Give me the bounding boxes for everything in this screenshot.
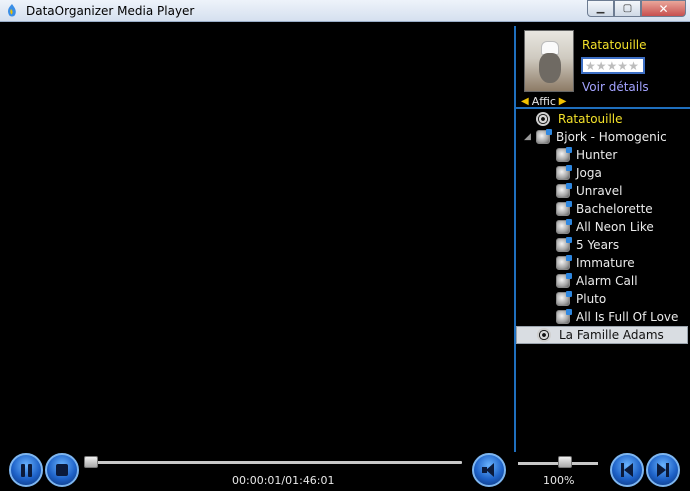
playlist-entry[interactable]: Ratatouille	[516, 110, 690, 128]
star-icon[interactable]: ★	[617, 60, 628, 72]
next-track-button[interactable]	[646, 453, 680, 487]
title-bar: DataOrganizer Media Player ▁ ▢ ✕	[0, 0, 690, 22]
close-button[interactable]: ✕	[641, 0, 686, 17]
star-icon[interactable]: ★	[628, 60, 639, 72]
stop-button[interactable]	[45, 453, 79, 487]
app-icon	[8, 3, 16, 16]
playlist-item-label: Alarm Call	[576, 274, 638, 288]
panel-hdivider	[516, 107, 690, 109]
playlist-item-label: Pluto	[576, 292, 607, 306]
volume-percent: 100%	[543, 474, 575, 487]
film-reel-icon	[536, 112, 550, 126]
window-controls: ▁ ▢ ✕	[587, 0, 686, 17]
playlist-track[interactable]: Unravel	[516, 182, 690, 200]
playlist-item-label: La Famille Adams	[559, 328, 664, 342]
seek-bar[interactable]	[84, 461, 462, 464]
playlist-track[interactable]: Immature	[516, 254, 690, 272]
playlist-entry[interactable]: ◢ Bjork - Homogenic	[516, 128, 690, 146]
playlist-track[interactable]: Bachelorette	[516, 200, 690, 218]
track-icon	[556, 255, 572, 270]
pause-button[interactable]	[9, 453, 43, 487]
minimize-button[interactable]: ▁	[587, 0, 614, 17]
playlist-track[interactable]: Joga	[516, 164, 690, 182]
details-link[interactable]: Voir détails	[582, 80, 649, 94]
video-area[interactable]	[3, 26, 511, 452]
playlist-track[interactable]: Hunter	[516, 146, 690, 164]
track-icon	[556, 309, 572, 324]
maximize-button[interactable]: ▢	[614, 0, 641, 17]
track-icon	[556, 165, 572, 180]
track-icon	[556, 147, 572, 162]
track-icon	[556, 291, 572, 306]
star-icon[interactable]: ★	[585, 60, 596, 72]
window-title: DataOrganizer Media Player	[26, 3, 195, 18]
playlist-item-label: Ratatouille	[558, 112, 623, 126]
playlist-item-label: Immature	[576, 256, 635, 270]
playlist-track[interactable]: Pluto	[516, 290, 690, 308]
star-icon[interactable]: ★	[596, 60, 607, 72]
playlist-track[interactable]: 5 Years	[516, 236, 690, 254]
playlist-item-label: Bachelorette	[576, 202, 653, 216]
playlist-track[interactable]: Alarm Call	[516, 272, 690, 290]
film-reel-icon	[537, 328, 551, 342]
track-icon	[556, 183, 572, 198]
poster-rat	[539, 53, 561, 83]
star-rating[interactable]: ★ ★ ★ ★ ★	[581, 57, 645, 74]
previous-track-button[interactable]	[610, 453, 644, 487]
seek-thumb[interactable]	[84, 456, 98, 468]
track-icon	[556, 201, 572, 216]
playlist-track[interactable]: All Neon Like	[516, 218, 690, 236]
album-icon	[536, 129, 552, 144]
stop-icon	[56, 464, 68, 476]
playlist-entry[interactable]: La Famille Adams	[516, 326, 688, 344]
playlist-item-label: All Neon Like	[576, 220, 654, 234]
mute-button[interactable]	[472, 453, 506, 487]
skip-back-icon	[621, 463, 633, 477]
pause-icon	[20, 463, 32, 477]
playlist-item-label: Joga	[576, 166, 602, 180]
playlist-item-label: Unravel	[576, 184, 623, 198]
playlist-track[interactable]: All Is Full Of Love	[516, 308, 690, 326]
speaker-icon	[481, 462, 497, 478]
playlist-item-label: Hunter	[576, 148, 618, 162]
expander-icon[interactable]: ◢	[524, 132, 531, 142]
movie-poster[interactable]	[524, 30, 574, 92]
skip-forward-icon	[657, 463, 669, 477]
track-icon	[556, 273, 572, 288]
playlist-tree: Ratatouille ◢ Bjork - Homogenic Hunter Joga U…	[516, 110, 690, 344]
prev-arrow-icon[interactable]: ◀	[521, 96, 529, 107]
playlist-item-label: All Is Full Of Love	[576, 310, 679, 324]
playlist-item-label: 5 Years	[576, 238, 620, 252]
movie-title: Ratatouille	[582, 38, 647, 52]
next-arrow-icon[interactable]: ▶	[559, 96, 567, 107]
track-icon	[556, 237, 572, 252]
playlist-item-label: Bjork - Homogenic	[556, 130, 667, 144]
star-icon[interactable]: ★	[607, 60, 618, 72]
volume-thumb[interactable]	[558, 456, 572, 468]
track-icon	[556, 219, 572, 234]
time-display: 00:00:01/01:46:01	[232, 474, 335, 487]
